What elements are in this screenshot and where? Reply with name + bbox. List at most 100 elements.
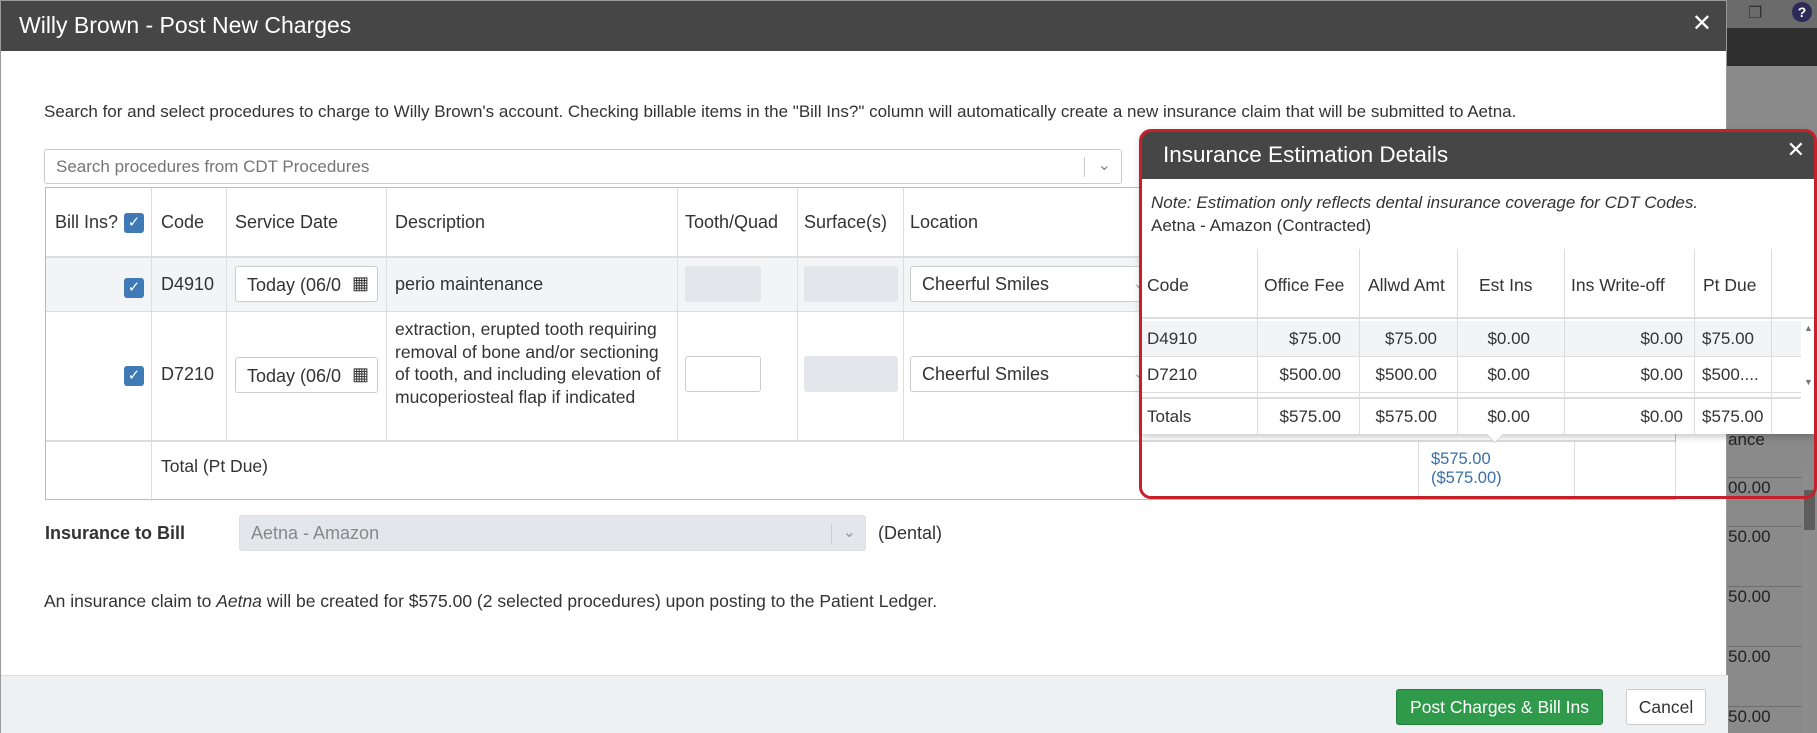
insurance-estimation-popover: Insurance Estimation Details ✕ Note: Est…	[1141, 131, 1815, 434]
estimation-table-header: Code Office Fee Allwd Amt Est Ins Ins Wr…	[1141, 249, 1815, 319]
column-divider	[1574, 442, 1575, 501]
estimation-ins-write-off: $0.00	[1640, 407, 1683, 426]
column-header-allwd-amt: Allwd Amt	[1368, 275, 1445, 295]
column-header-surfaces: Surface(s)	[804, 212, 888, 232]
insurance-select: Aetna - Amazon ⌄	[239, 515, 866, 551]
column-header-description: Description	[395, 212, 486, 232]
claim-prefix: An insurance claim to	[44, 591, 212, 611]
procedure-code: D4910	[161, 274, 215, 294]
service-date-value: Today (06/05	[247, 366, 342, 386]
insurance-to-bill-label: Insurance to Bill	[45, 523, 186, 543]
column-divider	[1257, 249, 1258, 434]
post-charges-bill-ins-button[interactable]: Post Charges & Bill Ins	[1396, 689, 1603, 725]
scrollbar-thumb[interactable]	[1804, 490, 1815, 530]
column-divider	[1359, 249, 1360, 434]
column-divider	[1771, 249, 1772, 434]
surfaces-input	[804, 356, 898, 392]
estimation-ins-write-off: $0.00	[1640, 365, 1683, 384]
select-all-checkbox[interactable]: ✓	[124, 213, 144, 233]
procedure-description: extraction, erupted tooth requiring remo…	[395, 319, 661, 407]
close-icon[interactable]: ✕	[1692, 9, 1712, 38]
background-navbar	[1726, 28, 1817, 66]
estimation-pt-due: $500....	[1702, 365, 1759, 384]
estimation-ins-write-off: $0.00	[1640, 329, 1683, 348]
modal-header: Willy Brown - Post New Charges ✕	[1, 1, 1726, 51]
restore-window-icon[interactable]: ❐	[1748, 3, 1768, 23]
total-pt-due-paren[interactable]: ($575.00)	[1431, 469, 1502, 488]
tooth-quad-input[interactable]	[685, 356, 761, 392]
column-divider	[1564, 249, 1565, 434]
column-header-code: Code	[1147, 275, 1189, 295]
location-value: Cheerful Smiles	[922, 274, 1050, 294]
modal-title: Willy Brown - Post New Charges	[19, 12, 352, 38]
calendar-icon[interactable]: ▦	[352, 364, 369, 385]
column-divider	[1457, 249, 1458, 434]
estimation-est-ins: $0.00	[1487, 407, 1530, 426]
column-divider	[386, 188, 387, 442]
scroll-up-icon[interactable]: ▲	[1804, 323, 1813, 333]
location-select[interactable]: Cheerful Smiles ⌄	[910, 356, 1150, 392]
modal-footer: Post Charges & Bill Ins Cancel	[1, 675, 1728, 733]
chevron-down-icon[interactable]: ⌄	[1098, 155, 1111, 175]
surfaces-input	[804, 266, 898, 302]
popover-title: Insurance Estimation Details	[1163, 142, 1449, 167]
estimation-totals-label: Totals	[1147, 407, 1192, 426]
scroll-down-icon[interactable]: ▼	[1804, 377, 1813, 387]
estimation-office-fee: $575.00	[1279, 407, 1341, 426]
column-divider	[1694, 249, 1695, 434]
location-value: Cheerful Smiles	[922, 364, 1050, 384]
insurance-type: (Dental)	[878, 523, 943, 543]
column-header-bill-ins: Bill Ins?	[55, 212, 119, 232]
column-divider	[226, 188, 227, 442]
estimation-allwd-amt: $75.00	[1385, 329, 1437, 348]
total-label: Total (Pt Due)	[161, 456, 268, 476]
background-scrollbar[interactable]	[1802, 470, 1817, 733]
calendar-icon[interactable]: ▦	[352, 273, 369, 294]
column-divider	[797, 188, 798, 442]
estimation-code: D7210	[1147, 365, 1198, 384]
estimation-scrollbar[interactable]: ▲ ▼	[1801, 321, 1815, 391]
popover-arrow	[1486, 433, 1504, 442]
search-separator	[1084, 157, 1085, 177]
popover-header: Insurance Estimation Details ✕	[1141, 131, 1815, 179]
column-header-pt-due: Pt Due	[1703, 275, 1757, 295]
column-divider	[1418, 442, 1419, 501]
column-header-office-fee: Office Fee	[1264, 275, 1345, 295]
bill-ins-checkbox[interactable]: ✓	[124, 278, 144, 298]
chevron-down-icon: ⌄	[842, 524, 856, 541]
claim-carrier: Aetna	[216, 591, 262, 611]
column-header-est-ins: Est Ins	[1479, 275, 1533, 295]
bill-ins-checkbox[interactable]: ✓	[124, 366, 144, 386]
estimation-totals-row: Totals $575.00 $575.00 $0.00 $0.00 $575.…	[1141, 397, 1801, 433]
estimation-note: Note: Estimation only reflects dental in…	[1151, 193, 1699, 212]
background-topbar: ❐ ?	[1726, 0, 1817, 28]
procedure-search-select[interactable]: ⌄	[44, 149, 1122, 184]
column-header-code: Code	[161, 212, 205, 232]
instructions-text: Search for and select procedures to char…	[44, 102, 1517, 121]
help-icon[interactable]: ?	[1792, 2, 1812, 22]
claim-summary: An insurance claim to Aetna will be crea…	[44, 591, 937, 612]
location-select[interactable]: Cheerful Smiles ⌄	[910, 266, 1150, 302]
estimation-code: D4910	[1147, 329, 1198, 348]
service-date-input[interactable]: Today (06/05 ▦	[235, 357, 378, 393]
insurance-value: Aetna - Amazon	[251, 523, 380, 543]
total-row: Total (Pt Due) $575.00 ($575.00)	[46, 444, 1675, 501]
estimation-office-fee: $75.00	[1289, 329, 1341, 348]
estimation-pt-due: $75.00	[1702, 329, 1754, 348]
total-pt-due[interactable]: $575.00	[1431, 450, 1502, 469]
procedure-search-input[interactable]	[45, 150, 1045, 183]
estimation-allwd-amt: $500.00	[1375, 365, 1437, 384]
estimation-carrier: Aetna - Amazon (Contracted)	[1151, 216, 1372, 235]
total-pt-due-link[interactable]: $575.00 ($575.00)	[1431, 450, 1502, 488]
service-date-value: Today (06/05	[247, 275, 342, 295]
claim-suffix: will be created for $575.00 (2 selected …	[266, 591, 938, 611]
estimation-table: Code Office Fee Allwd Amt Est Ins Ins Wr…	[1141, 249, 1815, 434]
column-header-ins-write-off: Ins Write-off	[1571, 275, 1665, 295]
cancel-button[interactable]: Cancel	[1626, 689, 1706, 725]
close-icon[interactable]: ✕	[1787, 137, 1805, 163]
tooth-quad-input	[685, 266, 761, 302]
column-divider	[151, 188, 152, 501]
column-divider	[1675, 442, 1676, 501]
service-date-input[interactable]: Today (06/05 ▦	[235, 266, 378, 302]
estimation-allwd-amt: $575.00	[1375, 407, 1437, 426]
